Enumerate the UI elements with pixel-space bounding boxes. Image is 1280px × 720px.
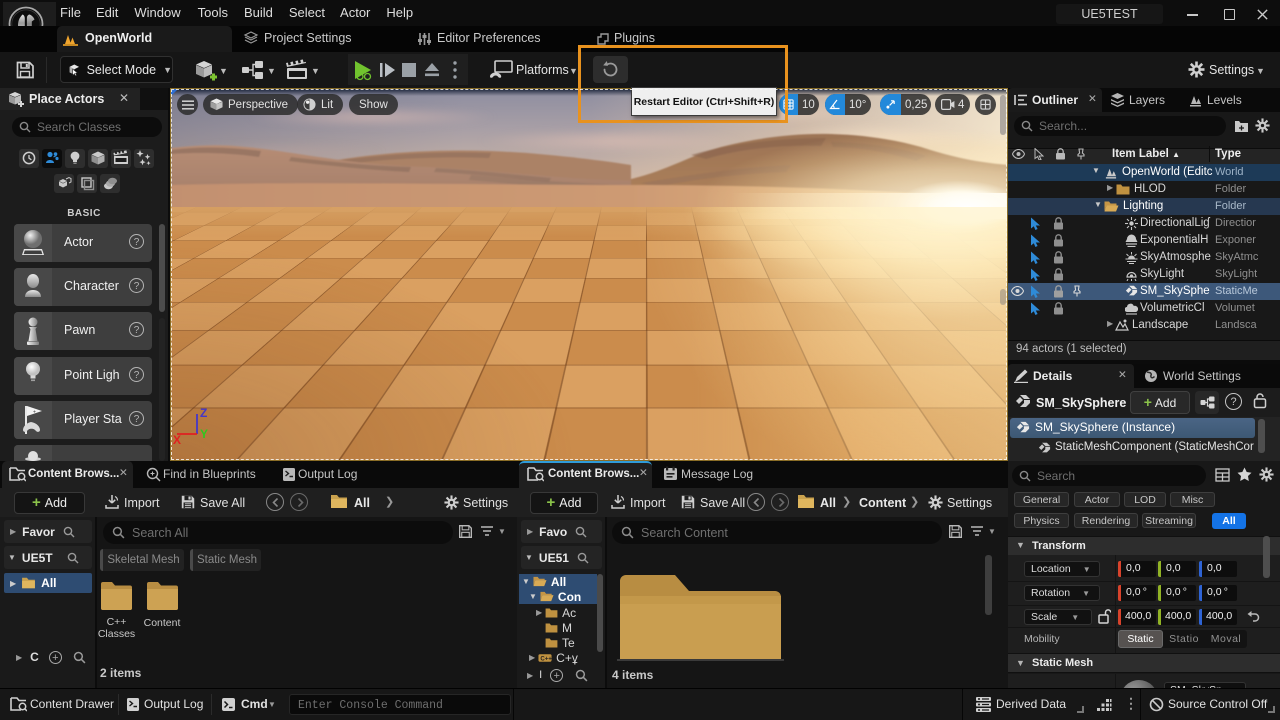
- svg-text:+: +: [33, 410, 36, 416]
- svg-text:C++: C++: [540, 656, 552, 662]
